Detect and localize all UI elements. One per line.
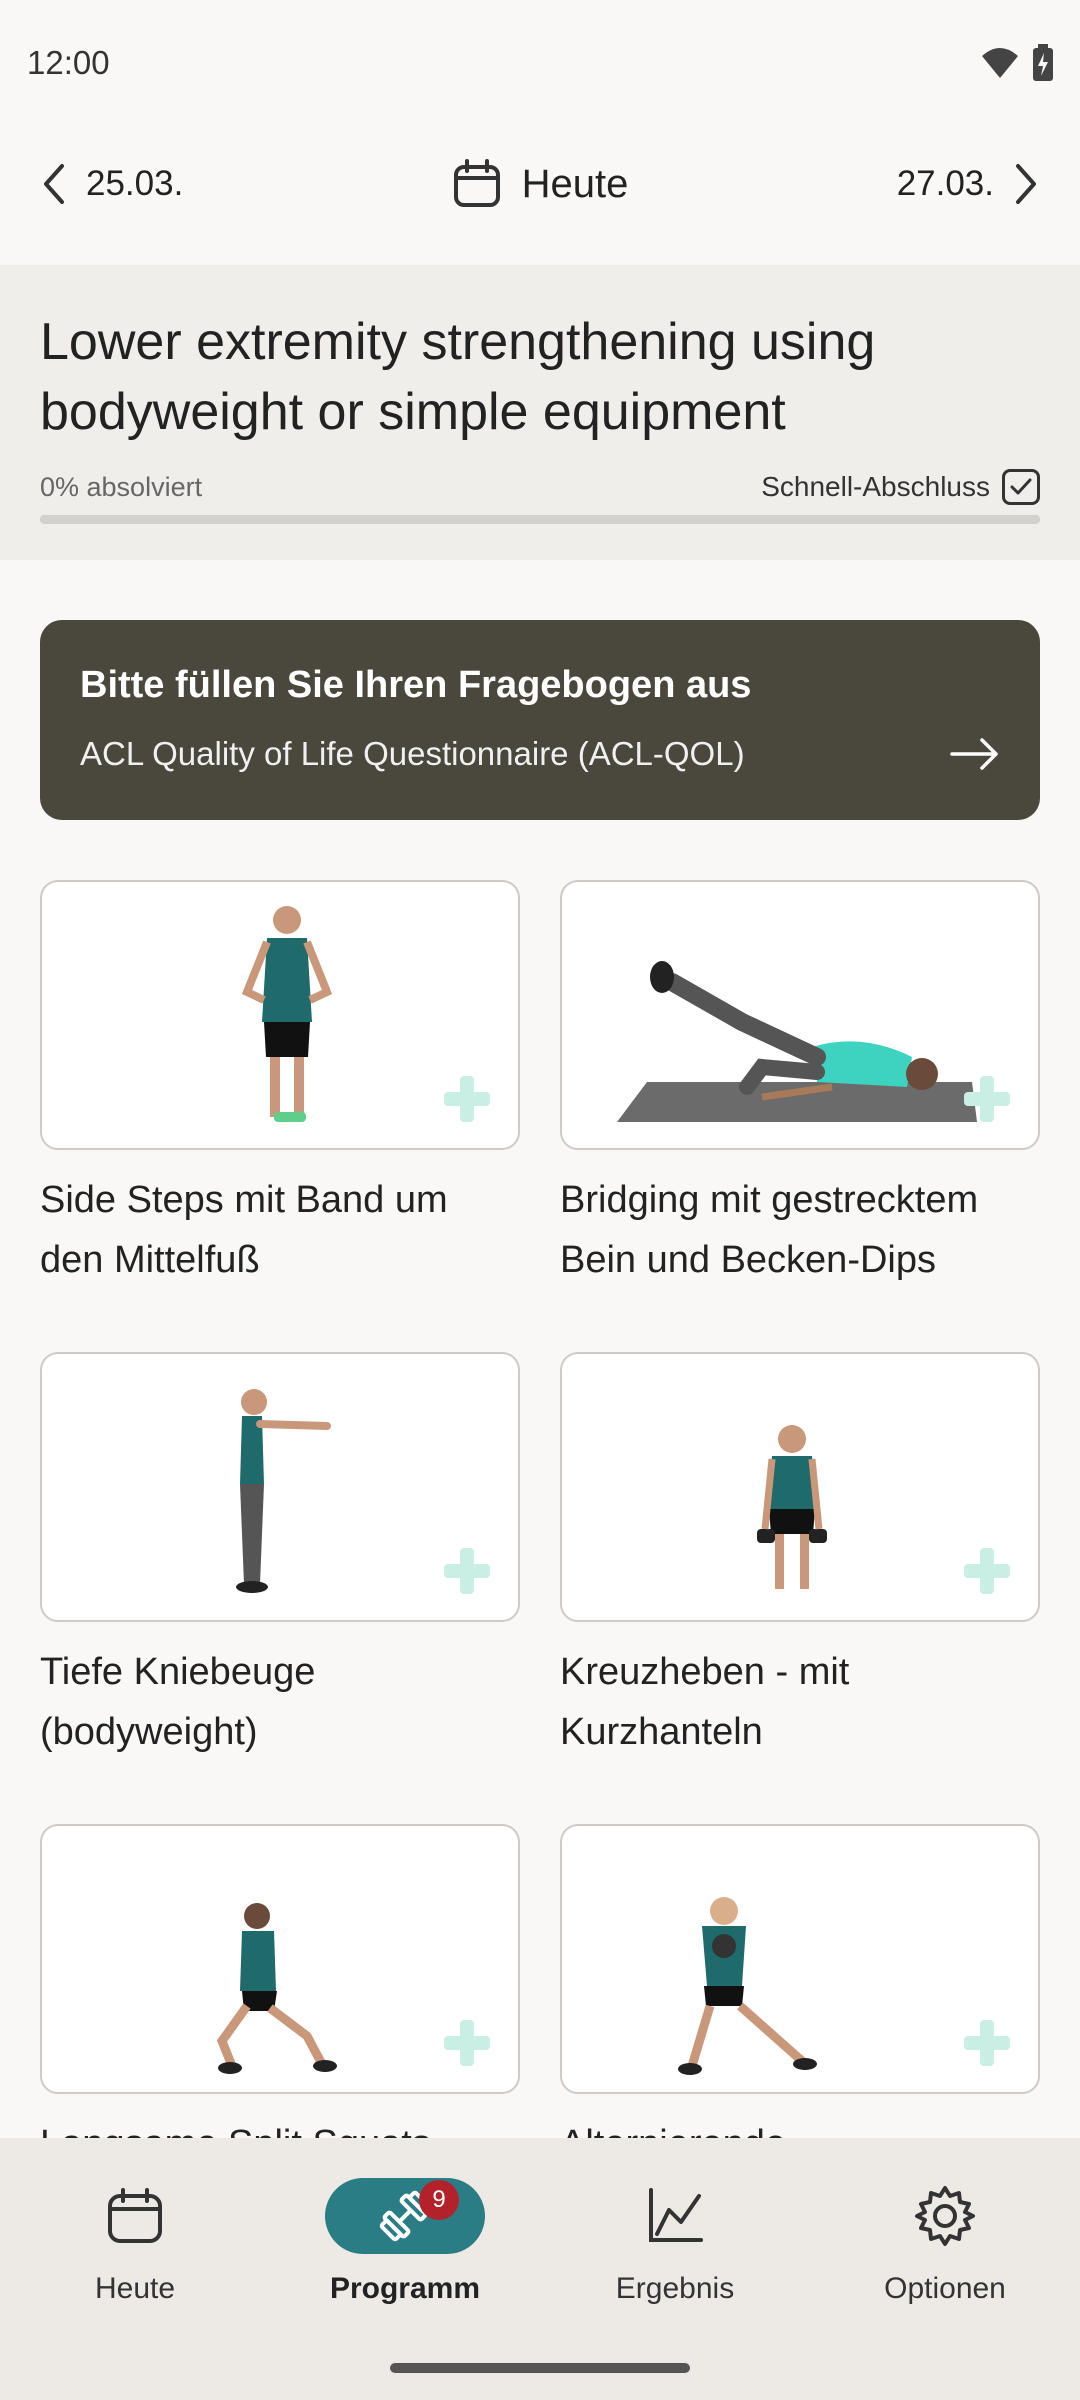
status-bar: 12:00 xyxy=(0,0,1080,125)
notification-badge: 9 xyxy=(419,2180,459,2220)
exercise-card[interactable]: Side Steps mit Band um den Mittelfuß xyxy=(40,880,520,1290)
exercise-card[interactable]: Bridging mit gestrecktem Bein und Becken… xyxy=(560,880,1040,1290)
exercise-card[interactable]: Alternierende xyxy=(560,1824,1040,2174)
exercise-label: Kreuzheben - mit Kurzhanteln xyxy=(560,1651,850,1753)
nav-item-optionen[interactable]: Optionen xyxy=(810,2178,1080,2306)
status-time: 12:00 xyxy=(27,43,110,81)
program-header: Lower extremity strengthening using body… xyxy=(0,265,1080,560)
exercise-thumbnail xyxy=(560,1352,1040,1622)
add-icon xyxy=(444,2020,490,2066)
exercise-label: Bridging mit gestrecktem Bein und Becken… xyxy=(560,1179,979,1281)
exercise-card[interactable]: Tiefe Kniebeuge (bodyweight) xyxy=(40,1352,520,1762)
quick-complete-label: Schnell-Abschluss xyxy=(761,471,990,502)
prev-day-button[interactable]: 25.03. xyxy=(40,162,183,206)
exercise-card[interactable]: Langsame Split Squats xyxy=(40,1824,520,2174)
nav-item-heute[interactable]: Heute xyxy=(0,2178,270,2306)
banner-subtitle-row: ACL Quality of Life Questionnaire (ACL-Q… xyxy=(80,735,1000,773)
calendar-icon xyxy=(453,159,500,207)
nav-label: Ergebnis xyxy=(615,2272,735,2305)
nav-icon-container xyxy=(865,2178,1025,2254)
date-navigation: 25.03. Heute 27.03. xyxy=(0,130,1080,238)
nav-label: Heute xyxy=(94,2272,176,2305)
current-date-label: Heute xyxy=(521,161,629,206)
progress-row: 0% absolviert Schnell-Abschluss xyxy=(40,469,1040,505)
checkmark-icon xyxy=(1010,478,1032,495)
banner-subtitle: ACL Quality of Life Questionnaire (ACL-Q… xyxy=(80,735,745,772)
exercise-thumbnail xyxy=(560,880,1040,1150)
add-icon xyxy=(964,1548,1010,1594)
gear-icon xyxy=(915,2186,975,2246)
nav-item-programm[interactable]: 9 Programm xyxy=(270,2178,540,2306)
exercise-card[interactable]: Kreuzheben - mit Kurzhanteln xyxy=(560,1352,1040,1762)
exercise-thumbnail xyxy=(40,1352,520,1622)
nav-label: Programm xyxy=(329,2272,481,2305)
nav-icon-container: 9 xyxy=(325,2178,485,2254)
banner-title: Bitte füllen Sie Ihren Fragebogen aus xyxy=(80,664,752,706)
wifi-icon xyxy=(982,47,1018,78)
exercise-label: Tiefe Kniebeuge (bodyweight) xyxy=(40,1651,316,1753)
program-title: Lower extremity strengthening using body… xyxy=(40,313,876,441)
next-date-label: 27.03. xyxy=(896,164,994,203)
progress-bar xyxy=(40,515,1040,524)
exercise-thumbnail xyxy=(40,1824,520,2094)
quick-complete-toggle[interactable]: Schnell-Abschluss xyxy=(761,469,1040,505)
questionnaire-banner[interactable]: Bitte füllen Sie Ihren Fragebogen aus AC… xyxy=(40,620,1040,820)
nav-icon-container xyxy=(595,2178,755,2254)
battery-icon xyxy=(1033,43,1053,81)
add-icon xyxy=(444,1076,490,1122)
nav-icon-container xyxy=(55,2178,215,2254)
add-icon xyxy=(444,1548,490,1594)
chart-icon xyxy=(649,2188,703,2242)
exercise-label: Side Steps mit Band um den Mittelfuß xyxy=(40,1179,448,1281)
calendar-icon xyxy=(108,2188,162,2243)
today-button[interactable]: Heute xyxy=(452,159,629,209)
chevron-left-icon xyxy=(44,164,64,204)
nav-item-ergebnis[interactable]: Ergebnis xyxy=(540,2178,810,2306)
quick-complete-checkbox[interactable] xyxy=(1002,469,1040,505)
add-icon xyxy=(964,1076,1010,1122)
prev-date-label: 25.03. xyxy=(86,164,184,203)
arrow-right-icon xyxy=(950,738,998,770)
chevron-right-icon xyxy=(1016,164,1036,204)
progress-label: 0% absolviert xyxy=(40,471,203,502)
exercise-thumbnail xyxy=(40,880,520,1150)
next-day-button[interactable]: 27.03. xyxy=(897,162,1040,206)
exercise-thumbnail xyxy=(560,1824,1040,2094)
bottom-navigation: Heute 9 Programm Ergebnis Optionen xyxy=(0,2138,1080,2400)
home-indicator[interactable] xyxy=(390,2363,690,2373)
nav-label: Optionen xyxy=(884,2272,1006,2305)
add-icon xyxy=(964,2020,1010,2066)
status-icons xyxy=(980,43,1054,82)
